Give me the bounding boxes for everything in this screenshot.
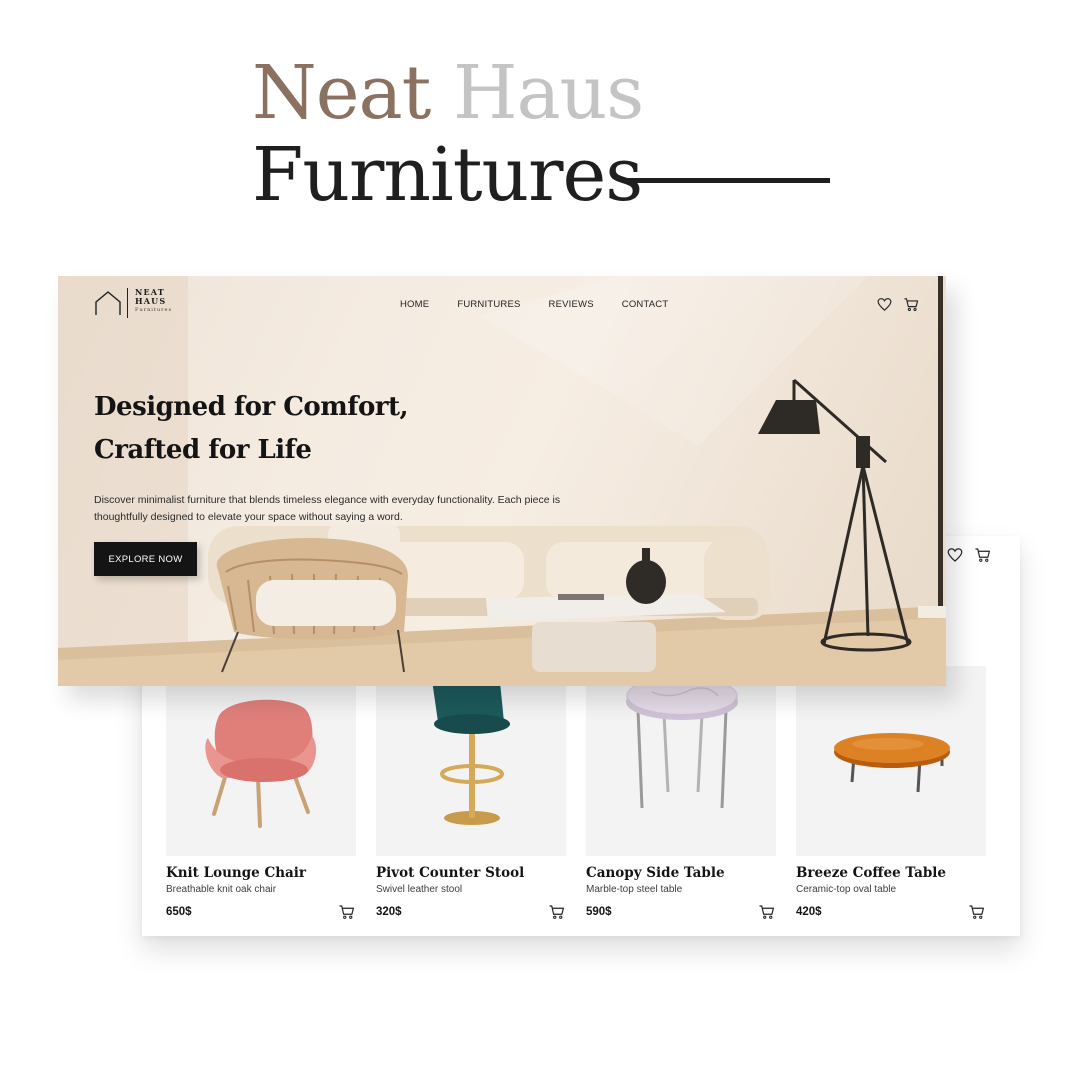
nav-item-reviews[interactable]: REVIEWS (549, 299, 594, 310)
heart-icon[interactable] (946, 546, 964, 564)
product-card[interactable]: Knit Lounge Chair Breathable knit oak ch… (166, 666, 356, 921)
product-price-row: 650$ (166, 903, 356, 921)
marble-side-table-icon (626, 676, 738, 809)
product-name[interactable]: Knit Lounge Chair (166, 865, 356, 881)
title-word-haus: Haus (452, 50, 644, 136)
product-price: 320$ (376, 906, 402, 918)
product-price-row: 320$ (376, 903, 566, 921)
hero-description: Discover minimalist furniture that blend… (94, 494, 561, 523)
cart-icon[interactable] (974, 546, 992, 564)
add-to-cart-icon[interactable] (548, 903, 566, 921)
nav-item-contact[interactable]: CONTACT (622, 299, 669, 310)
explore-now-button[interactable]: EXPLORE NOW (94, 542, 197, 576)
product-description: Ceramic-top oval table (796, 884, 897, 895)
hero-heading-line-1: Designed for Comfort, (94, 392, 409, 422)
add-to-cart-icon[interactable] (338, 903, 356, 921)
product-description: Marble-top steel table (586, 884, 683, 895)
logo-divider (127, 288, 128, 318)
logo-subtitle: Furnitures (135, 307, 173, 314)
brand-logo[interactable]: NEAT HAUS Furnitures (94, 287, 173, 318)
product-name[interactable]: Pivot Counter Stool (376, 865, 566, 881)
product-price: 590$ (586, 906, 612, 918)
nav-item-home[interactable]: HOME (400, 299, 429, 310)
product-name[interactable]: Canopy Side Table (586, 865, 776, 881)
product-image[interactable] (376, 666, 566, 856)
nav-icons (876, 296, 920, 313)
product-grid: Knit Lounge Chair Breathable knit oak ch… (166, 666, 986, 921)
house-logo-icon (95, 291, 121, 315)
product-price-row: 420$ (796, 903, 986, 921)
orange-coffee-table-icon (834, 733, 950, 793)
heart-icon[interactable] (876, 296, 893, 313)
product-price: 420$ (796, 906, 822, 918)
title-rule-divider (622, 178, 830, 183)
pink-armchair-icon (205, 699, 317, 828)
product-card[interactable]: Breeze Coffee Table Ceramic-top oval tab… (796, 666, 986, 921)
title-line-2: Furnitures (252, 132, 643, 218)
hero-heading-line-2: Crafted for Life (94, 435, 312, 465)
product-image[interactable] (796, 666, 986, 856)
back-header-icons (946, 546, 992, 564)
title-word-neat: Neat (252, 50, 431, 136)
product-image[interactable] (586, 666, 776, 856)
showcase-title: Neat Haus Furnitures (252, 56, 644, 218)
logo-text: NEAT HAUS Furnitures (135, 287, 173, 314)
cart-icon[interactable] (903, 296, 920, 313)
product-price: 650$ (166, 906, 192, 918)
product-name[interactable]: Breeze Coffee Table (796, 865, 986, 881)
add-to-cart-icon[interactable] (758, 903, 776, 921)
nav-item-furnitures[interactable]: FURNITURES (457, 299, 520, 310)
logo-word-haus: HAUS (135, 296, 167, 307)
product-image[interactable] (166, 666, 356, 856)
main-navigation: HOME FURNITURES REVIEWS CONTACT (400, 299, 668, 310)
product-card[interactable]: Pivot Counter Stool Swivel leather stool… (376, 666, 566, 921)
hero-heading: Designed for Comfort, Crafted for Life (94, 386, 409, 472)
teal-bar-stool-icon (432, 672, 510, 825)
hero-living-room-image (58, 276, 946, 686)
product-card[interactable]: Canopy Side Table Marble-top steel table… (586, 666, 776, 921)
add-to-cart-icon[interactable] (968, 903, 986, 921)
hero-section: NEAT HAUS Furnitures HOME FURNITURES REV… (58, 276, 946, 686)
product-description: Swivel leather stool (376, 884, 463, 895)
product-description: Breathable knit oak chair (166, 884, 277, 895)
product-price-row: 590$ (586, 903, 776, 921)
title-line-1: Neat Haus (252, 56, 644, 130)
